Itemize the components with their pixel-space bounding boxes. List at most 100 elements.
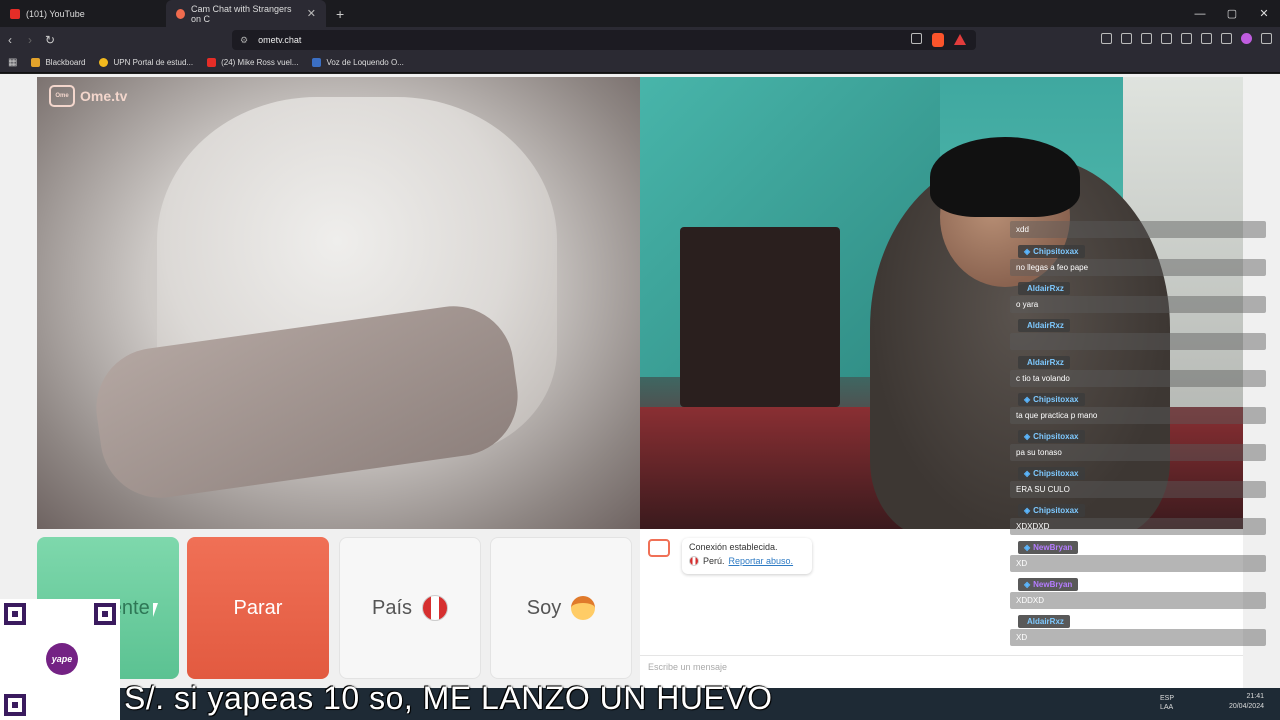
leo-ai-icon[interactable]: [1241, 33, 1252, 44]
boy-icon: [571, 596, 596, 620]
chat-message: [1010, 333, 1266, 350]
url-text: ometv.chat: [258, 35, 302, 45]
bookmark-blackboard[interactable]: Blackboard: [31, 58, 85, 67]
chat-message: XD: [1010, 629, 1266, 646]
video-person-hair: [930, 137, 1080, 217]
vpn-icon[interactable]: [1221, 33, 1232, 44]
url-field[interactable]: ⚙ ometv.chat: [232, 30, 976, 50]
chat-username: ◈ NewBryan: [1018, 541, 1079, 554]
chat-badge-icon: ◈: [1024, 543, 1031, 552]
forward-icon[interactable]: ›: [20, 33, 40, 47]
video-shelf: [680, 227, 840, 407]
screenshot-icon[interactable]: [1201, 33, 1212, 44]
music-icon[interactable]: [1161, 33, 1172, 44]
chat-badge-icon: ◈: [1024, 506, 1031, 515]
chat-username: AldairRxz: [1018, 356, 1070, 369]
system-message: Conexión establecida. Perú. Reportar abu…: [682, 538, 812, 574]
ometv-logo: Ome Ome.tv: [49, 85, 127, 107]
ometv-logo-icon: Ome: [49, 85, 75, 107]
window-controls: — ▢ ✕: [1184, 0, 1280, 27]
bookmark-loquendo[interactable]: Voz de Loquendo O...: [312, 58, 404, 67]
address-bar-row: ‹ › ↻ ⚙ ometv.chat: [0, 27, 1280, 53]
tab-ometv-title: Cam Chat with Strangers on C: [191, 3, 292, 24]
ometv-system-icon: [648, 539, 670, 557]
extensions-icon[interactable]: [1101, 33, 1112, 44]
minimize-icon[interactable]: —: [1184, 8, 1216, 20]
chat-message: XD: [1010, 555, 1266, 572]
translate-icon[interactable]: [1121, 33, 1132, 44]
chat-username: AldairRxz: [1018, 615, 1070, 628]
chat-username: ◈ Chipsitoxax: [1018, 393, 1085, 406]
chat-message: o yara: [1010, 296, 1266, 313]
bookmark-upn[interactable]: UPN Portal de estud...: [99, 58, 193, 67]
chat-badge-icon: ◈: [1024, 580, 1031, 589]
url-actions: [911, 33, 966, 47]
yape-logo: yape: [46, 643, 78, 675]
reload-icon[interactable]: ↻: [40, 33, 60, 47]
system-clock[interactable]: 21:41 20/04/2024: [1229, 692, 1264, 712]
wallet-icon[interactable]: [1181, 33, 1192, 44]
chat-username: ◈ Chipsitoxax: [1018, 430, 1085, 443]
ometv-page: Ome Ome.tv Siguiente Parar País Soy Cone…: [0, 74, 1280, 720]
report-abuse-link[interactable]: Reportar abuso.: [729, 556, 794, 566]
chat-username: AldairRxz: [1018, 319, 1070, 332]
chat-message: ERA SU CULO: [1010, 481, 1266, 498]
stranger-video: Ome Ome.tv: [37, 77, 640, 529]
back-icon[interactable]: ‹: [0, 33, 20, 47]
country-button[interactable]: País: [339, 537, 481, 679]
chat-message: pa su tonaso: [1010, 444, 1266, 461]
bookmarks-bar: ▦ Blackboard UPN Portal de estud... (24)…: [0, 53, 1280, 73]
bookmark-mike-ross[interactable]: (24) Mike Ross vuel...: [207, 58, 298, 67]
stream-caption: S/. si yapeas 10 so, ME LANZO UN HUEVO: [124, 680, 773, 716]
chat-badge-icon: ◈: [1024, 395, 1031, 404]
yape-qr-code: yape: [0, 599, 120, 720]
share-icon[interactable]: [911, 33, 922, 44]
chat-message: XDXDXD: [1010, 518, 1266, 535]
tab-youtube-title: (101) YouTube: [26, 8, 85, 19]
chat-message: XDDXD: [1010, 592, 1266, 609]
video-person-arm: [88, 298, 526, 506]
peru-flag-icon: [689, 556, 699, 566]
language-indicator[interactable]: ESP LAA: [1160, 694, 1174, 712]
chat-badge-icon: ◈: [1024, 469, 1031, 478]
apps-grid-icon[interactable]: ▦: [8, 57, 17, 68]
tab-ometv[interactable]: Cam Chat with Strangers on C ✕: [166, 0, 326, 27]
brave-shield-icon[interactable]: [932, 33, 944, 47]
chat-message: ta que practica p mano: [1010, 407, 1266, 424]
qr-finder: [4, 603, 26, 625]
gender-button[interactable]: Soy: [490, 537, 632, 679]
message-input[interactable]: Escribe un mensaje: [640, 655, 1243, 677]
tab-youtube[interactable]: (101) YouTube: [0, 0, 166, 27]
maximize-icon[interactable]: ▢: [1216, 7, 1248, 20]
close-window-icon[interactable]: ✕: [1248, 7, 1280, 20]
chat-badge-icon: ◈: [1024, 247, 1031, 256]
close-tab-icon[interactable]: ✕: [307, 7, 316, 20]
toolbar-icons: [1101, 33, 1272, 44]
mouse-cursor: [153, 603, 158, 617]
upn-icon: [99, 58, 109, 67]
new-tab-button[interactable]: +: [336, 6, 344, 22]
loquendo-icon: [312, 58, 322, 67]
chat-badge-icon: ◈: [1024, 432, 1031, 441]
qr-finder: [94, 603, 116, 625]
chat-username: ◈ Chipsitoxax: [1018, 245, 1085, 258]
brave-rewards-icon[interactable]: [954, 34, 966, 45]
tab-strip: (101) YouTube Cam Chat with Strangers on…: [0, 0, 1280, 27]
chat-username: ◈ NewBryan: [1018, 578, 1079, 591]
chat-username: ◈ Chipsitoxax: [1018, 467, 1085, 480]
youtube-icon: [207, 58, 217, 67]
chat-message: c tio ta volando: [1010, 370, 1266, 387]
chat-username: ◈ Chipsitoxax: [1018, 504, 1085, 517]
menu-icon[interactable]: [1261, 33, 1272, 44]
site-info-icon[interactable]: ⚙: [240, 35, 248, 46]
blackboard-icon: [31, 58, 41, 67]
stop-button[interactable]: Parar: [187, 537, 329, 679]
chat-message: xdd: [1010, 221, 1266, 238]
chat-username: AldairRxz: [1018, 282, 1070, 295]
chat-message: no llegas a feo pape: [1010, 259, 1266, 276]
qr-finder: [4, 694, 26, 716]
peru-flag-icon: [422, 595, 449, 621]
youtube-icon: [10, 8, 20, 19]
ometv-tab-icon: [176, 8, 185, 19]
sidebar-icon[interactable]: [1141, 33, 1152, 44]
